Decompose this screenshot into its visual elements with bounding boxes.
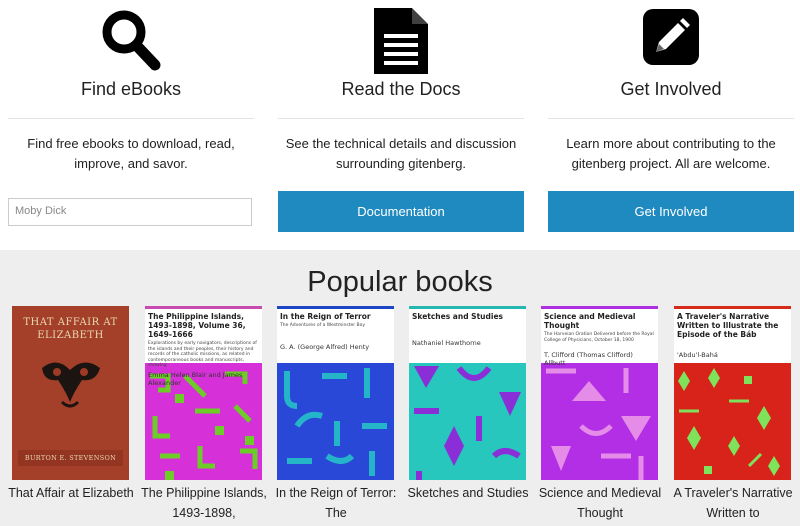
feature-find-ebooks: Find eBooks Find free ebooks to download…: [8, 0, 254, 226]
book-cover[interactable]: Science and Medieval Thought The Harveia…: [541, 306, 658, 480]
cover-title: THAT AFFAIR AT ELIZABETH: [23, 317, 118, 341]
cover-header: In the Reign of Terror The Adventures of…: [277, 306, 394, 363]
cover-title: The Philippine Islands, 1493-1898, Volum…: [148, 312, 246, 339]
cover-author: 'Abdu'l-Bahá: [677, 351, 718, 359]
book-cover[interactable]: THAT AFFAIR AT ELIZABETH BURTON E. STEVE…: [12, 306, 129, 480]
cover-author: Nathaniel Hawthorne: [412, 339, 481, 347]
cover-header: A Traveler's Narrative Written to Illust…: [674, 306, 791, 363]
get-involved-button[interactable]: Get Involved: [548, 191, 794, 232]
feature-read-docs: Read the Docs See the technical details …: [278, 0, 524, 232]
cover-subtitle: The Harveian Oration Delivered before th…: [544, 332, 654, 343]
divider: [8, 118, 254, 119]
feature-title[interactable]: Get Involved: [548, 78, 794, 100]
cover-title: In the Reign of Terror: [280, 312, 371, 321]
book-cover[interactable]: Sketches and Studies Nathaniel Hawthorne: [409, 306, 526, 480]
book-title[interactable]: A Traveler's Narrative Written to: [668, 483, 798, 523]
cover-author: Emma Helen Blair and James Alexander: [148, 370, 243, 387]
search-icon[interactable]: [8, 0, 254, 75]
book-title[interactable]: Science and Medieval Thought: [535, 483, 665, 523]
cover-header: Science and Medieval Thought The Harveia…: [541, 306, 658, 367]
divider: [278, 118, 524, 119]
book-card[interactable]: Sketches and Studies Nathaniel Hawthorne…: [408, 306, 528, 503]
popular-heading: Popular books: [307, 266, 493, 298]
book-card[interactable]: The Philippine Islands, 1493-1898, Volum…: [141, 306, 267, 523]
divider: [548, 118, 794, 119]
book-card[interactable]: In the Reign of Terror The Adventures of…: [276, 306, 396, 523]
search-input[interactable]: Moby Dick: [8, 198, 252, 226]
cover-title: Sketches and Studies: [412, 312, 504, 321]
cover-author: G. A. (George Alfred) Henty: [280, 342, 370, 351]
book-cover[interactable]: The Philippine Islands, 1493-1898, Volum…: [145, 306, 262, 480]
cover-subtitle: Explorations by early navigators, descri…: [148, 341, 257, 368]
features-section: Find eBooks Find free ebooks to download…: [0, 0, 800, 250]
book-card[interactable]: Science and Medieval Thought The Harveia…: [539, 306, 661, 523]
cover-author: BURTON E. STEVENSON: [24, 454, 117, 462]
feature-title[interactable]: Read the Docs: [278, 78, 524, 100]
book-title[interactable]: Sketches and Studies: [403, 483, 533, 503]
cover-title: A Traveler's Narrative Written to Illust…: [677, 312, 779, 339]
book-card[interactable]: THAT AFFAIR AT ELIZABETH BURTON E. STEVE…: [8, 306, 134, 503]
document-icon[interactable]: [278, 0, 524, 75]
book-cover[interactable]: In the Reign of Terror The Adventures of…: [277, 306, 394, 480]
documentation-button[interactable]: Documentation: [278, 191, 524, 232]
feature-title[interactable]: Find eBooks: [8, 78, 254, 100]
cover-subtitle: The Adventures of a Westminster Boy: [280, 323, 366, 328]
book-title[interactable]: In the Reign of Terror: The: [271, 483, 401, 523]
book-title[interactable]: The Philippine Islands, 1493-1898,: [139, 483, 269, 523]
book-card[interactable]: A Traveler's Narrative Written to Illust…: [673, 306, 793, 523]
cover-header: The Philippine Islands, 1493-1898, Volum…: [145, 306, 262, 387]
cover-author: T. Clifford (Thomas Clifford) Allbutt: [544, 351, 633, 367]
popular-books-section: Popular books THAT AFFAIR AT ELIZABETH B…: [0, 250, 800, 526]
cover-header: Sketches and Studies Nathaniel Hawthorne: [409, 306, 526, 363]
feature-description: Learn more about contributing to the git…: [566, 136, 776, 171]
feature-get-involved: Get Involved Learn more about contributi…: [548, 0, 794, 232]
book-cover[interactable]: A Traveler's Narrative Written to Illust…: [674, 306, 791, 480]
edit-icon[interactable]: [548, 0, 794, 75]
feature-description: Find free ebooks to download, read, impr…: [27, 136, 235, 171]
feature-description: See the technical details and discussion…: [285, 136, 517, 171]
book-title[interactable]: That Affair at Elizabeth: [6, 483, 136, 503]
cover-title: Science and Medieval Thought: [544, 312, 636, 330]
